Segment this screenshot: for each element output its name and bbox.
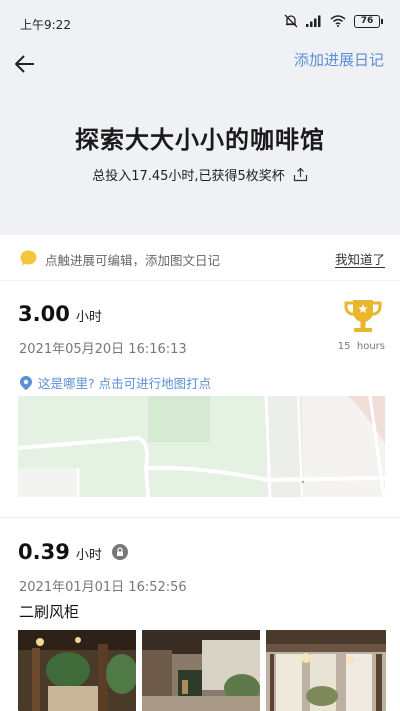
map-image: [18, 396, 385, 497]
tip-text: 点触进展可编辑，添加图文日记: [45, 253, 221, 268]
entry-hours: 3.00 小时: [18, 302, 102, 326]
diary-text: 二刷风柜: [19, 603, 80, 621]
summary-text: 总投入17.45小时,已获得5枚奖杯: [92, 169, 285, 184]
chat-bubble-icon: [20, 250, 37, 266]
page-title: 探索大大小小的咖啡馆: [75, 126, 325, 154]
entry-datetime: 2021年01月01日 16:52:56: [19, 580, 187, 595]
status-bar: 上午9:22 76: [0, 0, 400, 44]
photo-thumbnail[interactable]: [142, 630, 262, 711]
entry-datetime: 2021年05月20日 16:16:13: [19, 342, 187, 357]
lock-icon: [111, 544, 128, 560]
map-pin-prompt[interactable]: 这是哪里? 点击可进行地图打点: [20, 373, 211, 392]
wifi-icon: [330, 15, 346, 27]
photo-thumbnail[interactable]: [18, 630, 138, 711]
location-prompt-text: 这是哪里? 点击可进行地图打点: [38, 376, 212, 391]
edit-tip-bar: 点触进展可编辑，添加图文日记 我知道了: [0, 235, 400, 281]
progress-entry[interactable]: 0.39 小时 2021年01月01日 16:52:56 二刷风柜: [0, 519, 400, 711]
location-pin-icon: [20, 375, 32, 390]
add-diary-button[interactable]: 添加进展日记: [294, 49, 384, 70]
back-arrow-icon[interactable]: [12, 50, 40, 78]
map-view[interactable]: [18, 396, 385, 497]
trophy-icon: [344, 300, 382, 332]
goal-header: 添加进展日记 探索大大小小的咖啡馆 总投入17.45小时,已获得5枚奖杯: [0, 44, 400, 235]
hours-unit: 小时: [75, 548, 102, 563]
battery-indicator: 76: [354, 14, 383, 28]
hours-value: 0.39: [18, 540, 70, 564]
photo-thumbnail[interactable]: [266, 630, 386, 711]
entry-hours: 0.39 小时: [18, 540, 128, 564]
progress-entry[interactable]: 3.00 小时 2021年05月20日 16:16:13 15 hours 这是…: [0, 282, 400, 518]
photo-grid: [18, 630, 386, 711]
dismiss-tip-button[interactable]: 我知道了: [335, 249, 385, 268]
hours-unit: 小时: [75, 310, 102, 325]
mute-icon: [284, 14, 298, 28]
hours-value: 3.00: [18, 302, 70, 326]
trophy-label: 15 hours: [337, 341, 385, 352]
signal-icon: [306, 15, 321, 27]
share-icon[interactable]: [293, 167, 308, 182]
status-time: 上午9:22: [20, 18, 71, 32]
status-icons: 76: [284, 14, 383, 28]
goal-summary: 总投入17.45小时,已获得5枚奖杯: [0, 165, 400, 184]
